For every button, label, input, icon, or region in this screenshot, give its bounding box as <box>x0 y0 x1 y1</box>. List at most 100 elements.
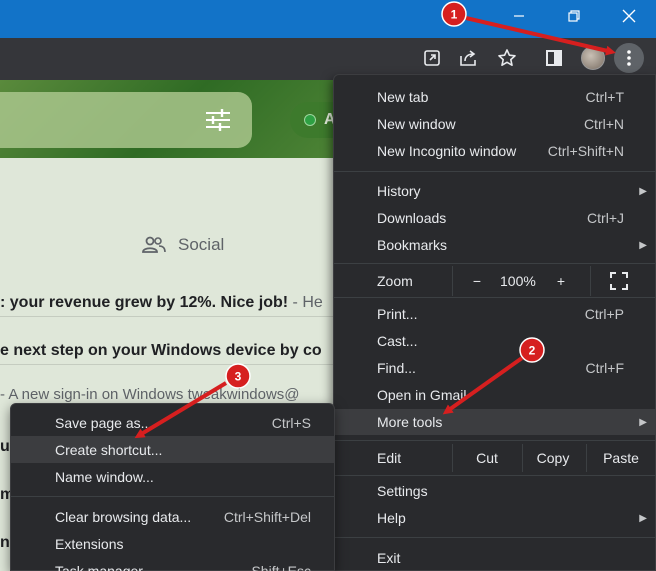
menu-item-label: More tools <box>377 414 443 430</box>
menu-item-label: New window <box>377 116 456 132</box>
submenu-item-task-manager[interactable]: Task manager Shift+Esc <box>11 557 334 571</box>
three-dot-menu-icon <box>627 50 631 66</box>
email-subject: e next step on your Windows device by co <box>0 342 322 359</box>
restore-icon <box>568 10 580 22</box>
close-button[interactable] <box>602 0 656 32</box>
edit-row: Edit Cut Copy Paste <box>334 444 656 472</box>
bookmark-star-button[interactable] <box>491 42 523 74</box>
menu-item-shortcut: Ctrl+J <box>587 210 624 226</box>
submenu-item-create-shortcut[interactable]: Create shortcut... <box>11 436 334 463</box>
share-icon <box>460 50 476 66</box>
menu-item-label: New tab <box>377 89 429 105</box>
chrome-menu-button[interactable] <box>614 43 644 73</box>
open-in-app-icon <box>424 50 440 66</box>
zoom-row: Zoom − 100% + <box>334 266 656 296</box>
status-dot <box>304 114 316 126</box>
email-row-fragment: u <box>0 438 10 455</box>
profile-avatar[interactable] <box>577 42 609 74</box>
menu-item-shortcut: Ctrl+Shift+N <box>547 143 624 159</box>
menu-item-label: Open in Gmail <box>377 387 467 403</box>
fullscreen-icon <box>610 272 628 290</box>
row-divider <box>0 364 340 365</box>
fullscreen-button[interactable] <box>606 269 632 293</box>
submenu-item-name-window[interactable]: Name window... <box>11 463 334 490</box>
menu-item-label: History <box>377 183 421 199</box>
menu-item-open-in-gmail[interactable]: Open in Gmail <box>334 382 656 408</box>
menu-item-downloads[interactable]: Downloads Ctrl+J <box>334 205 656 231</box>
menu-item-find[interactable]: Find... Ctrl+F <box>334 355 656 381</box>
submenu-arrow-icon: ▶ <box>639 512 647 524</box>
menu-separator <box>334 297 656 298</box>
menu-item-shortcut: Ctrl+P <box>584 306 624 322</box>
menu-item-shortcut: Ctrl+S <box>271 414 311 431</box>
paste-button[interactable]: Paste <box>588 444 654 472</box>
submenu-item-extensions[interactable]: Extensions <box>11 530 334 557</box>
menu-separator <box>334 263 656 264</box>
menu-item-label: Help <box>377 510 406 526</box>
menu-item-label: Find... <box>377 360 416 376</box>
people-icon <box>142 236 166 253</box>
submenu-arrow-icon: ▶ <box>639 239 647 251</box>
close-icon <box>622 9 636 23</box>
edit-divider <box>586 444 587 472</box>
side-panel-icon <box>546 50 562 66</box>
more-tools-submenu: Save page as... Ctrl+S Create shortcut..… <box>10 403 335 571</box>
window-title-bar <box>0 0 656 38</box>
filter-sliders-icon[interactable] <box>204 108 232 132</box>
menu-item-label: Print... <box>377 306 418 322</box>
edit-label: Edit <box>377 450 402 466</box>
menu-item-label: Create shortcut... <box>55 441 163 458</box>
email-row[interactable]: e next step on your Windows device by co <box>0 342 322 360</box>
menu-item-bookmarks[interactable]: Bookmarks ▶ <box>334 232 656 258</box>
menu-item-shortcut: Ctrl+N <box>583 116 624 132</box>
menu-separator <box>334 475 656 476</box>
menu-item-new-incognito-window[interactable]: New Incognito window Ctrl+Shift+N <box>334 138 656 164</box>
restore-button[interactable] <box>547 0 601 32</box>
menu-separator <box>334 537 656 538</box>
menu-item-label: Task manager <box>55 562 143 571</box>
cut-button[interactable]: Cut <box>452 444 522 472</box>
menu-item-shortcut: Ctrl+T <box>585 89 625 105</box>
zoom-label: Zoom <box>377 273 413 289</box>
menu-item-label: New Incognito window <box>377 143 517 159</box>
copy-button[interactable]: Copy <box>522 444 584 472</box>
zoom-out-button[interactable]: − <box>462 266 492 296</box>
menu-item-label: Clear browsing data... <box>55 508 192 525</box>
submenu-item-clear-browsing-data[interactable]: Clear browsing data... Ctrl+Shift+Del <box>11 503 334 530</box>
share-button[interactable] <box>453 42 485 74</box>
menu-item-label: Settings <box>377 483 428 499</box>
row-divider <box>0 316 340 317</box>
menu-item-settings[interactable]: Settings <box>334 478 656 504</box>
submenu-arrow-icon: ▶ <box>639 185 647 197</box>
tab-social[interactable]: Social <box>142 232 224 258</box>
email-snippet: - A new sign-in on Windows tweakwindows@ <box>0 386 300 403</box>
menu-item-label: Save page as... <box>55 414 153 431</box>
minimize-button[interactable] <box>492 0 546 32</box>
menu-item-history[interactable]: History ▶ <box>334 178 656 204</box>
menu-item-cast[interactable]: Cast... <box>334 328 656 354</box>
menu-separator <box>11 496 334 497</box>
menu-separator <box>334 171 656 172</box>
bookmark-star-icon <box>498 49 516 66</box>
minimize-icon <box>514 15 524 17</box>
zoom-divider <box>452 266 453 296</box>
zoom-in-button[interactable]: + <box>546 266 576 296</box>
zoom-level: 100% <box>500 273 536 289</box>
email-row-fragment: n <box>0 534 10 551</box>
menu-item-new-window[interactable]: New window Ctrl+N <box>334 111 656 137</box>
email-subject: : your revenue grew by 12%. Nice job! <box>0 294 289 311</box>
menu-item-print[interactable]: Print... Ctrl+P <box>334 301 656 327</box>
submenu-item-save-page-as[interactable]: Save page as... Ctrl+S <box>11 409 334 436</box>
menu-item-more-tools[interactable]: More tools ▶ <box>334 409 656 435</box>
avatar-image <box>581 46 605 70</box>
menu-item-help[interactable]: Help ▶ <box>334 505 656 531</box>
email-row[interactable]: - A new sign-in on Windows tweakwindows@ <box>0 386 300 403</box>
menu-item-new-tab[interactable]: New tab Ctrl+T <box>334 84 656 110</box>
menu-item-shortcut: Shift+Esc <box>251 562 311 571</box>
menu-item-exit[interactable]: Exit <box>334 545 656 571</box>
menu-separator <box>334 440 656 441</box>
open-in-app-button[interactable] <box>416 42 448 74</box>
email-row[interactable]: : your revenue grew by 12%. Nice job! - … <box>0 294 323 312</box>
side-panel-button[interactable] <box>538 42 570 74</box>
gmail-header-banner: A <box>0 80 340 158</box>
